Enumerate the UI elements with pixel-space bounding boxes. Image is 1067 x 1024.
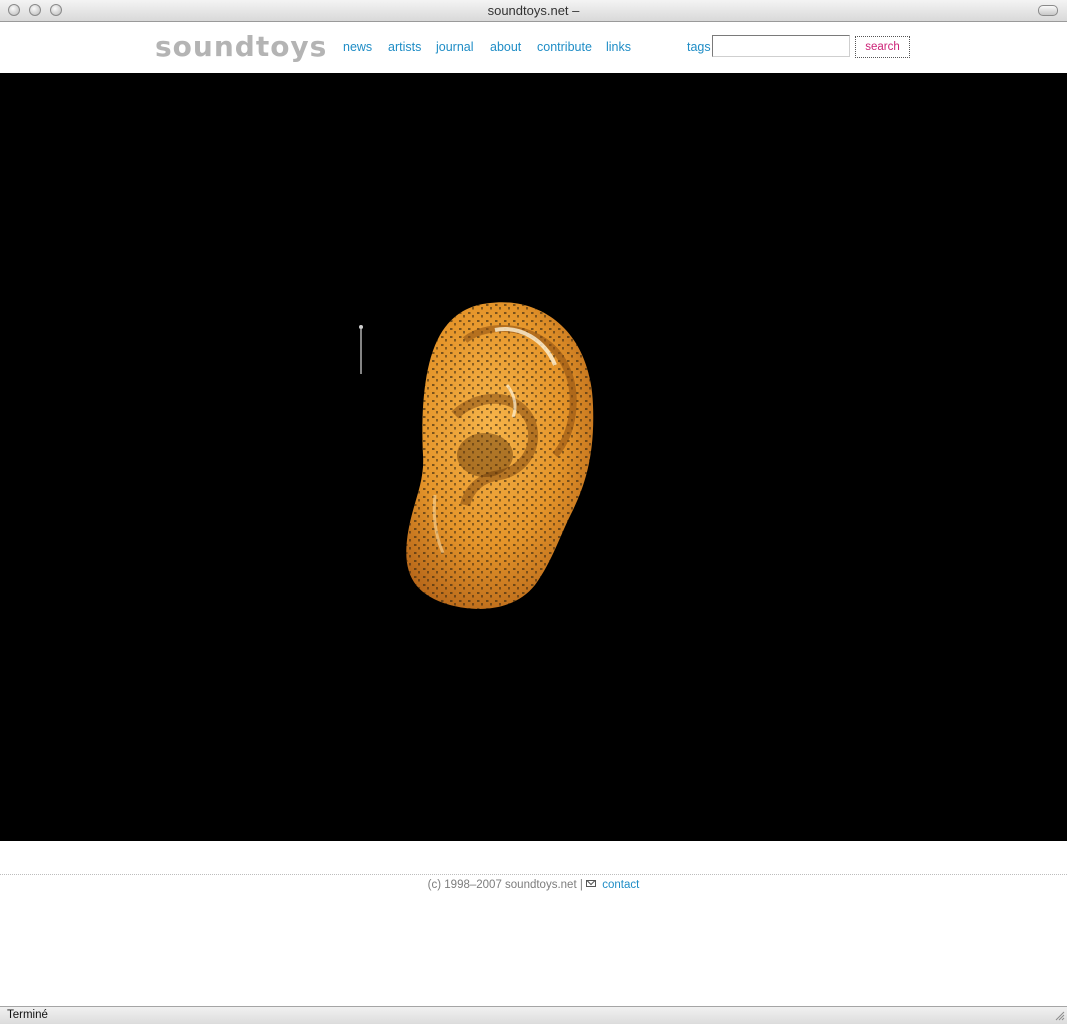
tags-label: tags <box>687 40 711 54</box>
nav-about[interactable]: about <box>490 40 521 54</box>
copyright-text: (c) 1998–2007 soundtoys.net | <box>427 879 583 891</box>
site-logo[interactable]: soundtoys <box>155 32 327 62</box>
toolbar-toggle-icon[interactable] <box>1038 5 1058 16</box>
site-footer: (c) 1998–2007 soundtoys.net | contact <box>0 879 1067 891</box>
browser-statusbar: Terminé <box>0 1006 1067 1024</box>
acupuncture-ear-image[interactable] <box>395 295 605 615</box>
status-text: Terminé <box>7 1009 48 1021</box>
contact-link[interactable]: contact <box>602 879 639 891</box>
nav-contribute[interactable]: contribute <box>537 40 592 54</box>
footer-divider <box>0 874 1067 875</box>
nav-journal[interactable]: journal <box>436 40 474 54</box>
window-titlebar: soundtoys.net – <box>0 0 1067 22</box>
tags-search-input[interactable] <box>712 35 850 57</box>
nav-news[interactable]: news <box>343 40 372 54</box>
nav-links[interactable]: links <box>606 40 631 54</box>
window-title: soundtoys.net – <box>487 3 580 18</box>
nav-artists[interactable]: artists <box>388 40 421 54</box>
needle-pointer-icon[interactable] <box>359 324 363 376</box>
search-button[interactable]: search <box>855 36 910 58</box>
site-header: soundtoys news artists journal about con… <box>0 22 1067 73</box>
envelope-icon <box>586 880 597 887</box>
main-stage[interactable] <box>0 73 1067 841</box>
resize-grip-icon[interactable] <box>1053 1009 1065 1021</box>
